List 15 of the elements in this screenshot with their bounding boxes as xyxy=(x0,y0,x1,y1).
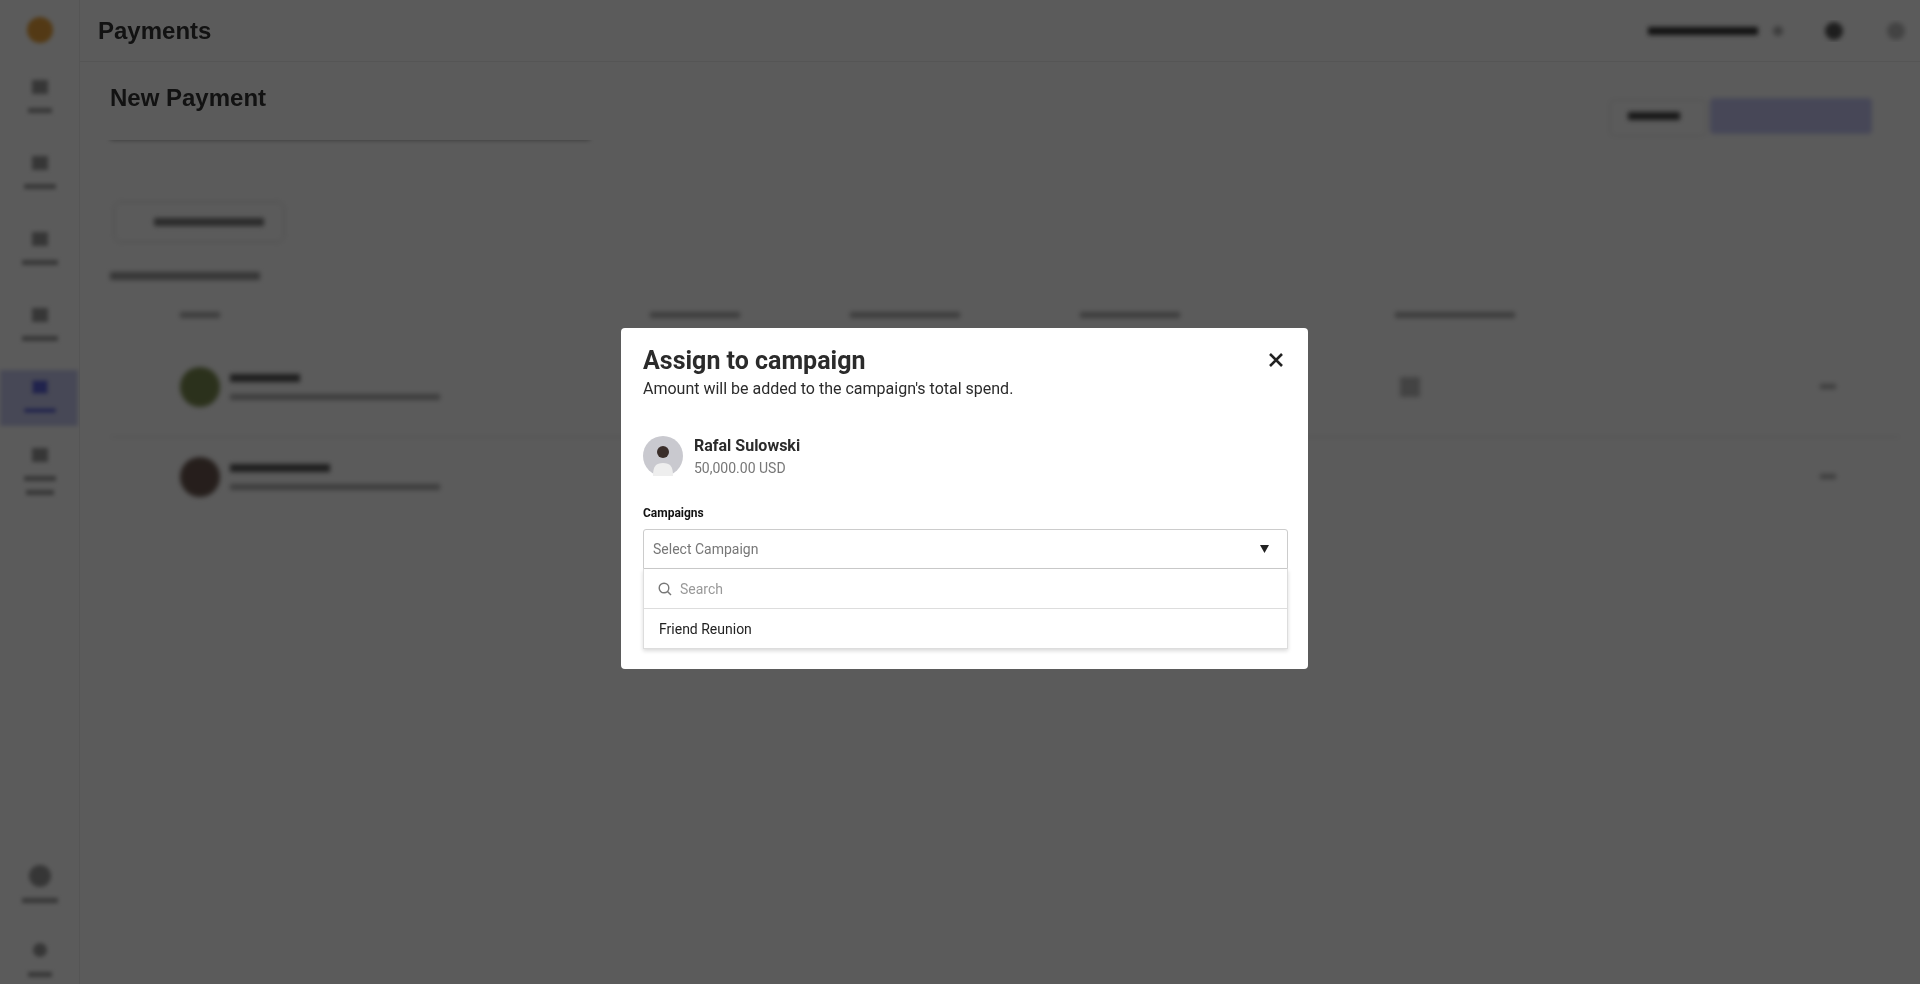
app-title: Payments xyxy=(98,16,212,45)
search-box[interactable]: Search xyxy=(643,569,1288,609)
search-icon xyxy=(658,581,672,596)
close-icon xyxy=(1268,352,1284,368)
campaign-select[interactable]: Select Campaign xyxy=(643,529,1288,569)
caret-icon xyxy=(1260,545,1269,553)
dialog-subtitle: Amount will be added to the campaign's total spend. xyxy=(643,379,1015,398)
payee-amount: 50,000.00 USD xyxy=(694,460,787,476)
campaign-option[interactable]: Friend Reunion xyxy=(643,609,1288,649)
payee-name: Rafal Sulowski xyxy=(694,436,801,455)
avatar-icon xyxy=(643,436,683,476)
field-label: Campaigns xyxy=(643,506,705,520)
dialog-title: Assign to campaign xyxy=(643,346,866,375)
page-title: New Payment xyxy=(110,84,267,112)
search-field[interactable]: Search xyxy=(680,576,1273,601)
